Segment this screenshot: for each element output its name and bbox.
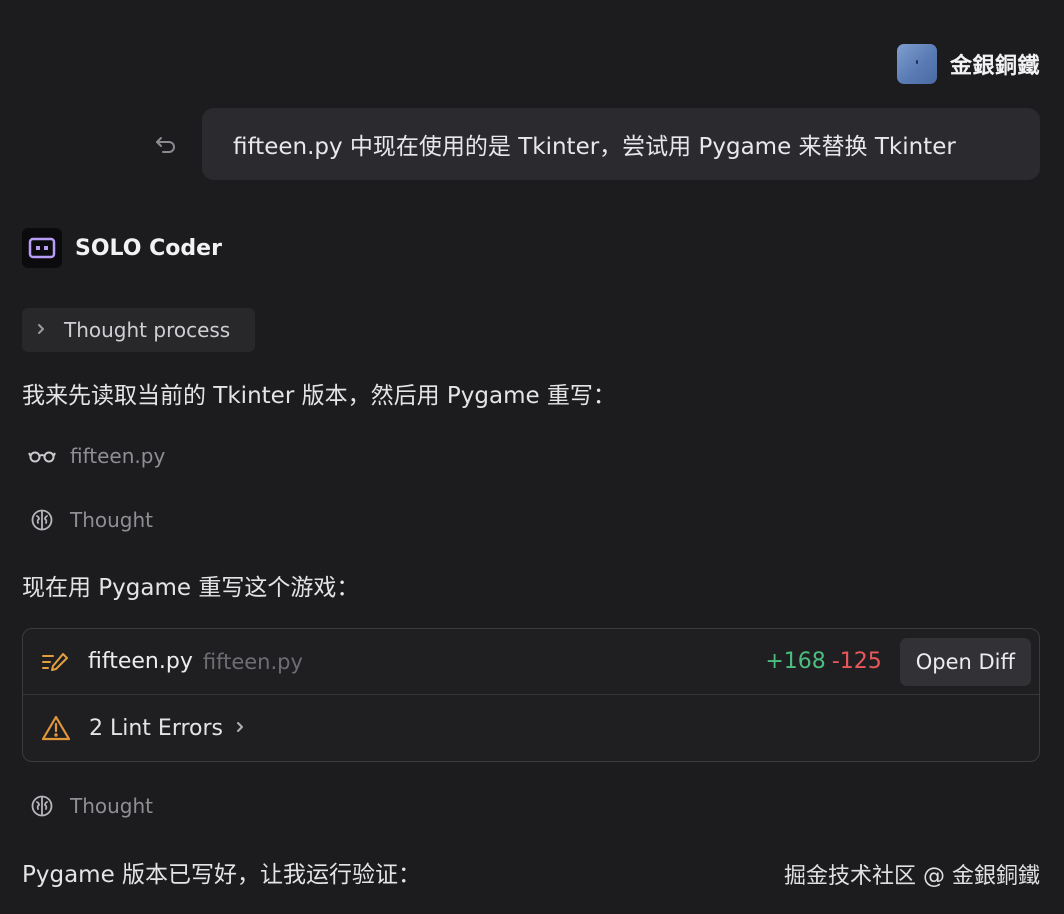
edited-file-path: fifteen.py (202, 649, 303, 674)
read-file-step[interactable]: fifteen.py (28, 444, 165, 468)
open-diff-button[interactable]: Open Diff (899, 637, 1031, 686)
edited-file-name: fifteen.py (88, 649, 193, 674)
chat-panel: 金銀銅鐵 fifteen.py 中现在使用的是 Tkinter，尝试用 Pyga… (0, 0, 1064, 914)
user-avatar (896, 44, 937, 84)
thought-process-toggle[interactable]: Thought process (22, 308, 255, 352)
robot-icon (22, 228, 62, 268)
edit-file-icon (41, 650, 71, 674)
thought-label-2: Thought (70, 794, 154, 818)
deletions-count: -125 (831, 649, 882, 674)
lint-errors-label: 2 Lint Errors (89, 715, 224, 741)
lint-errors-row[interactable]: 2 Lint Errors (23, 695, 1039, 761)
agent-message-2: 现在用 Pygame 重写这个游戏： (22, 575, 360, 601)
file-edit-card: fifteen.py fifteen.py +168 -125 Open Dif… (22, 628, 1040, 762)
agent-name: SOLO Coder (75, 235, 222, 261)
brain-icon (28, 795, 56, 817)
chevron-right-icon (235, 719, 245, 738)
thought-process-label: Thought process (64, 318, 231, 342)
thought-label-1: Thought (70, 508, 154, 532)
brain-icon (28, 509, 56, 531)
file-edit-header[interactable]: fifteen.py fifteen.py +168 -125 Open Dif… (23, 629, 1039, 695)
thought-step-1[interactable]: Thought (28, 508, 153, 532)
user-name: 金銀銅鐵 (949, 54, 1040, 79)
undo-icon[interactable] (152, 132, 180, 158)
user-message-text: fifteen.py 中现在使用的是 Tkinter，尝试用 Pygame 来替… (233, 134, 956, 160)
thought-step-2[interactable]: Thought (28, 794, 153, 818)
agent-message-1: 我来先读取当前的 Tkinter 版本，然后用 Pygame 重写： (22, 383, 616, 409)
agent-header: SOLO Coder (22, 228, 222, 268)
agent-message-3: Pygame 版本已写好，让我运行验证： (22, 862, 422, 888)
warning-triangle-icon (41, 714, 73, 742)
additions-count: +168 (765, 649, 826, 674)
chevron-right-icon (36, 321, 46, 340)
glasses-icon (28, 445, 56, 467)
user-header: 金銀銅鐵 (896, 44, 1040, 84)
user-message-bubble: fifteen.py 中现在使用的是 Tkinter，尝试用 Pygame 来替… (202, 108, 1040, 180)
watermark: 掘金技术社区 @ 金銀銅鐵 (784, 864, 1040, 889)
read-file-name: fifteen.py (70, 444, 166, 468)
